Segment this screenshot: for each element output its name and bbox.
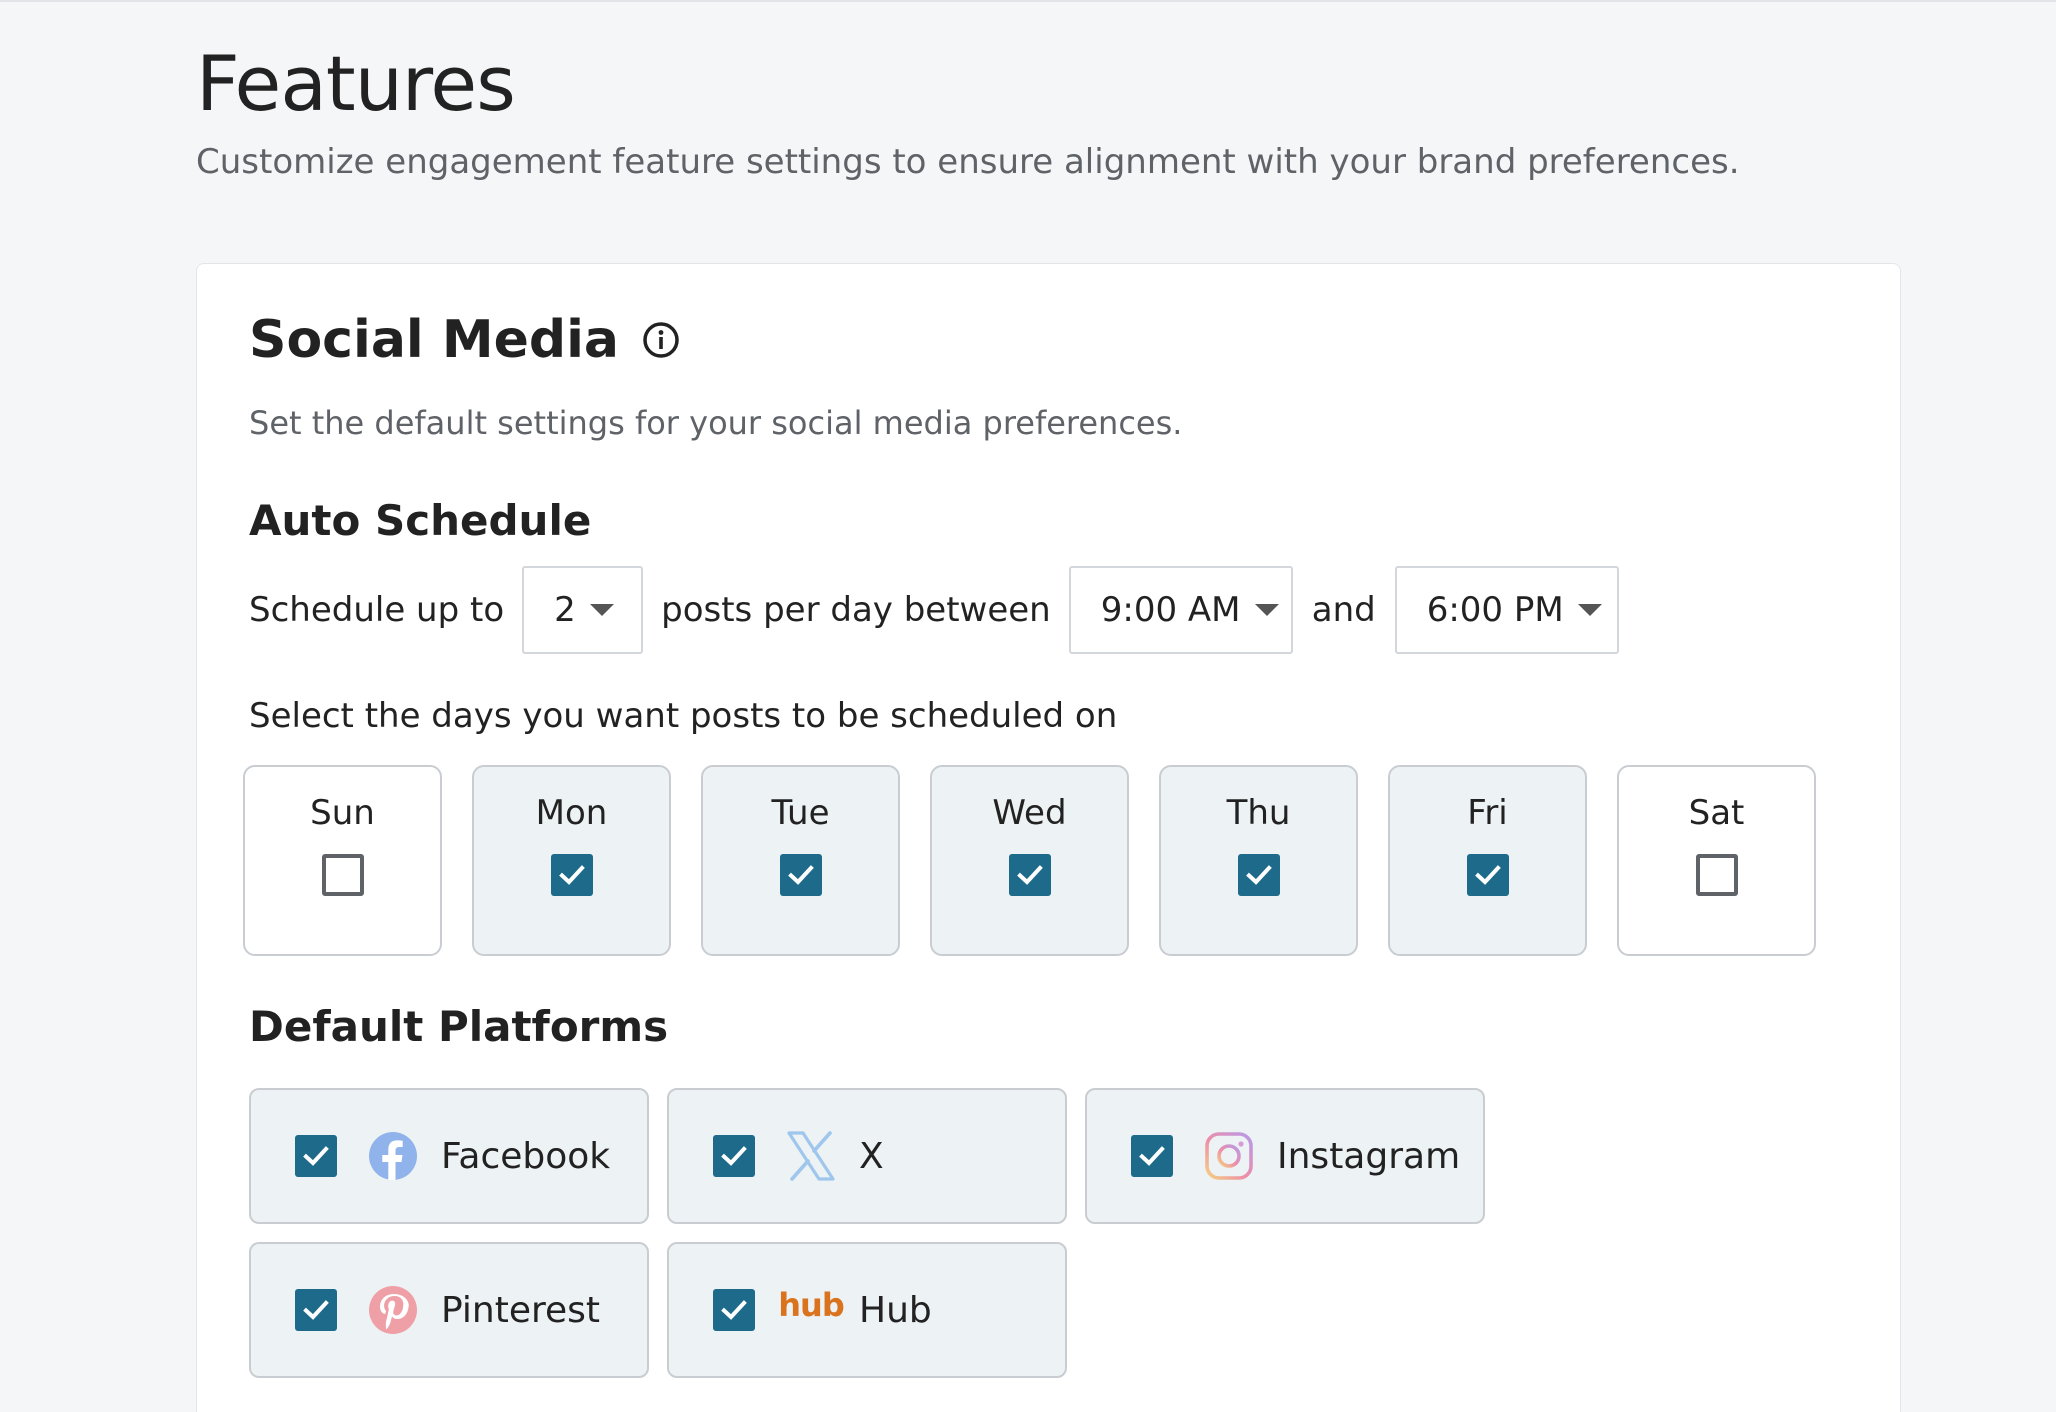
facebook-icon xyxy=(367,1130,419,1182)
chevron-down-icon xyxy=(589,604,614,616)
hub-icon: hub xyxy=(778,1284,844,1336)
platform-checkbox[interactable] xyxy=(713,1289,755,1331)
chevron-down-icon xyxy=(1254,604,1279,616)
day-checkbox[interactable] xyxy=(1466,853,1509,896)
platform-label: Facebook xyxy=(441,1135,611,1177)
platform-tile-x[interactable]: X xyxy=(667,1088,1067,1224)
schedule-text-middle: posts per day between xyxy=(661,590,1051,630)
platform-label: X xyxy=(859,1135,884,1177)
pinterest-icon xyxy=(367,1284,419,1336)
schedule-text-prefix: Schedule up to xyxy=(249,590,505,630)
platform-label: Instagram xyxy=(1277,1135,1461,1177)
day-checkbox[interactable] xyxy=(1008,853,1051,896)
platform-label: Hub xyxy=(859,1289,932,1331)
end-time-value: 6:00 PM xyxy=(1426,590,1564,630)
platform-tile-hub[interactable]: hub Hub xyxy=(667,1242,1067,1378)
day-label: Sat xyxy=(1688,793,1745,833)
day-tile-wed[interactable]: Wed xyxy=(930,765,1129,956)
posts-per-day-select[interactable]: 2 xyxy=(522,566,644,654)
schedule-text-and: and xyxy=(1311,590,1376,630)
platform-label: Pinterest xyxy=(441,1289,601,1331)
day-label: Wed xyxy=(992,793,1067,833)
day-checkbox[interactable] xyxy=(1695,853,1738,896)
auto-schedule-heading: Auto Schedule xyxy=(249,496,592,545)
info-circle-icon[interactable] xyxy=(641,320,681,360)
platform-checkbox[interactable] xyxy=(713,1135,755,1177)
day-label: Sun xyxy=(310,793,375,833)
social-media-card: Social Media Set the default settings fo… xyxy=(196,263,1901,1412)
default-platforms-heading: Default Platforms xyxy=(249,1002,669,1051)
day-label: Thu xyxy=(1226,793,1291,833)
page-title: Features xyxy=(196,39,516,128)
instagram-icon xyxy=(1203,1130,1255,1182)
day-checkbox[interactable] xyxy=(321,853,364,896)
platform-checkbox[interactable] xyxy=(295,1289,337,1331)
day-tile-thu[interactable]: Thu xyxy=(1159,765,1358,956)
day-label: Tue xyxy=(771,793,830,833)
end-time-select[interactable]: 6:00 PM xyxy=(1394,566,1619,654)
day-tile-fri[interactable]: Fri xyxy=(1388,765,1587,956)
features-page: Features Customize engagement feature se… xyxy=(0,0,2056,1412)
day-tile-tue[interactable]: Tue xyxy=(701,765,900,956)
day-tile-mon[interactable]: Mon xyxy=(472,765,671,956)
card-title-row: Social Media xyxy=(249,310,681,370)
day-label: Fri xyxy=(1467,793,1508,833)
platform-tile-pinterest[interactable]: Pinterest xyxy=(249,1242,649,1378)
day-label: Mon xyxy=(535,793,608,833)
x-icon xyxy=(785,1130,837,1182)
platform-tile-facebook[interactable]: Facebook xyxy=(249,1088,649,1224)
day-tile-sun[interactable]: Sun xyxy=(243,765,442,956)
schedule-row: Schedule up to 2 posts per day between 9… xyxy=(249,564,1619,656)
chevron-down-icon xyxy=(1577,604,1602,616)
days-label: Select the days you want posts to be sch… xyxy=(249,696,1118,736)
day-selector: Sun Mon Tue Wed Thu Fri Sat xyxy=(243,765,1816,956)
day-checkbox[interactable] xyxy=(1237,853,1280,896)
start-time-select[interactable]: 9:00 AM xyxy=(1068,566,1293,654)
start-time-value: 9:00 AM xyxy=(1100,590,1241,630)
platform-selector: Facebook X Instagram Pinterest hub Hub xyxy=(249,1088,1485,1378)
hub-logo-text: hub xyxy=(778,1286,844,1324)
card-title: Social Media xyxy=(249,310,619,370)
platform-tile-instagram[interactable]: Instagram xyxy=(1085,1088,1485,1224)
day-checkbox[interactable] xyxy=(550,853,593,896)
page-subtitle: Customize engagement feature settings to… xyxy=(196,142,1740,182)
platform-checkbox[interactable] xyxy=(295,1135,337,1177)
card-description: Set the default settings for your social… xyxy=(249,404,1183,442)
day-checkbox[interactable] xyxy=(779,853,822,896)
day-tile-sat[interactable]: Sat xyxy=(1617,765,1816,956)
posts-per-day-value: 2 xyxy=(554,590,576,630)
platform-checkbox[interactable] xyxy=(1131,1135,1173,1177)
